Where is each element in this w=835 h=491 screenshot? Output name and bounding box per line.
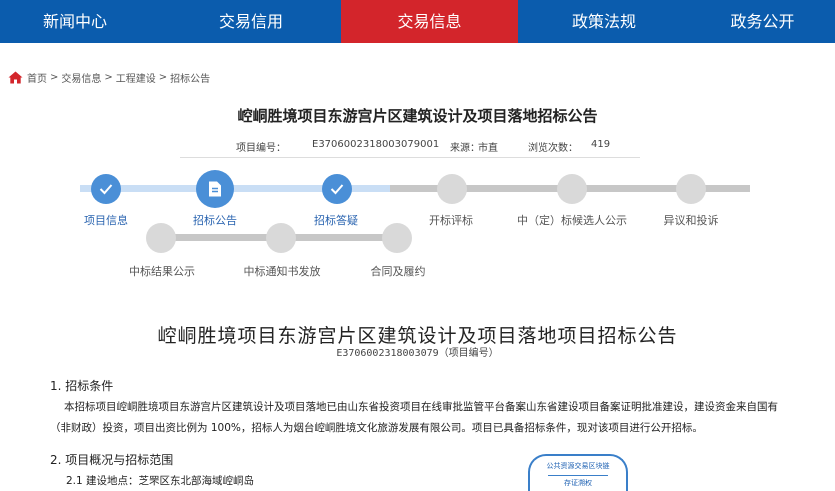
document-project-code: E3706002318003079（项目编号） <box>336 348 499 359</box>
project-code-label: 项目编号： <box>236 143 286 154</box>
document-icon <box>209 181 221 197</box>
home-icon[interactable] <box>8 71 23 84</box>
step-label-project-info[interactable]: 项目信息 <box>76 212 136 228</box>
breadcrumb-trade-info[interactable]: 交易信息 <box>61 70 101 85</box>
step-label-award-result[interactable]: 中标结果公示 <box>122 263 202 279</box>
step-label-tender-qa[interactable]: 招标答疑 <box>306 212 366 228</box>
breadcrumb-separator: > <box>158 71 168 83</box>
breadcrumb-current: 招标公告 <box>170 73 211 85</box>
section-1-body: 本招标项目崆峒胜境项目东游宫片区建筑设计及项目落地已由山东省投资项目在线审批监管… <box>50 401 778 434</box>
check-icon <box>99 184 113 195</box>
check-icon <box>330 184 344 195</box>
nav-item-trade-info[interactable]: 交易信息 <box>341 0 518 43</box>
breadcrumb: 首页 > 交易信息 > 工程建设 > 招标公告 <box>8 69 213 85</box>
step-node-tender-qa[interactable] <box>322 174 352 204</box>
project-code-value: E3706002318003079001 <box>312 139 440 150</box>
stamp-line-2: 存证溯权 <box>548 475 608 488</box>
stamp-line-1: 公共资源交易区块链 <box>546 462 610 470</box>
section-1-title: 1. 招标条件 <box>50 379 114 393</box>
nav-item-news[interactable]: 新闻中心 <box>0 0 150 43</box>
item-2-1: 2.1 建设地点：芝罘区东北部海域崆峒岛 <box>66 475 255 487</box>
views-label: 浏览次数： <box>528 143 578 154</box>
views-value: 419 <box>591 139 611 150</box>
top-navigation: 新闻中心 交易信用 交易信息 政策法规 政务公开 <box>0 0 835 43</box>
blockchain-certification-stamp: 公共资源交易区块链 存证溯权 <box>528 454 628 491</box>
step-node-award-result[interactable] <box>146 223 176 253</box>
step-label-objection[interactable]: 异议和投诉 <box>655 212 727 228</box>
step-label-bid-opening[interactable]: 开标评标 <box>421 212 481 228</box>
nav-item-credit[interactable]: 交易信用 <box>161 0 341 43</box>
nav-item-policy[interactable]: 政策法规 <box>518 0 690 43</box>
source-label: 来源： <box>450 143 480 154</box>
breadcrumb-separator: > <box>104 71 113 83</box>
breadcrumb-engineering[interactable]: 工程建设 <box>116 70 156 85</box>
step-node-objection[interactable] <box>676 174 706 204</box>
step-label-candidate-notice[interactable]: 中（定）标候选人公示 <box>507 212 637 228</box>
source-value: 市直 <box>478 143 498 154</box>
nav-item-gov-affairs[interactable]: 政务公开 <box>690 0 835 43</box>
step-node-bid-opening[interactable] <box>437 174 467 204</box>
meta-divider <box>180 157 640 158</box>
page-title: 崆峒胜境项目东游宫片区建筑设计及项目落地招标公告 <box>237 107 598 125</box>
step-node-tender-notice[interactable] <box>196 170 234 208</box>
step-node-award-letter[interactable] <box>266 223 296 253</box>
step-label-contract[interactable]: 合同及履约 <box>362 263 434 279</box>
step-node-contract[interactable] <box>382 223 412 253</box>
section-2-title: 2. 项目概况与招标范围 <box>50 453 174 467</box>
step-label-award-letter[interactable]: 中标通知书发放 <box>236 263 328 279</box>
step-label-tender-notice[interactable]: 招标公告 <box>185 212 245 228</box>
step-node-project-info[interactable] <box>91 174 121 204</box>
breadcrumb-separator: > <box>50 71 59 83</box>
step-node-candidate-notice[interactable] <box>557 174 587 204</box>
breadcrumb-home[interactable]: 首页 <box>27 70 47 85</box>
